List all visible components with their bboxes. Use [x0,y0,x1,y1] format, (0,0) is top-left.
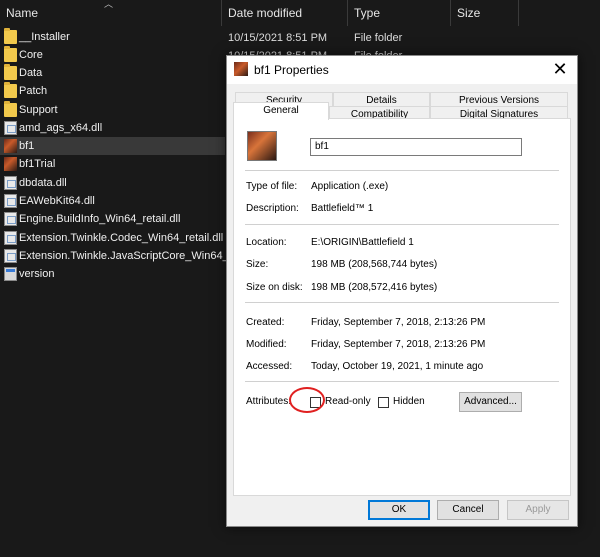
divider [245,170,559,171]
description-label: Description: [246,203,299,214]
file-row-dbdata[interactable]: dbdata.dll [0,174,225,192]
dll-file-icon [4,249,17,263]
file-row-amd-ags[interactable]: amd_ags_x64.dll [0,119,225,137]
size-value: 198 MB (208,568,744 bytes) [311,259,438,270]
file-row-installer[interactable]: __Installer [0,28,225,46]
file-row-support[interactable]: Support [0,101,225,119]
attributes-label: Attributes: [246,396,292,407]
dll-file-icon [4,212,17,226]
size-label: Size: [246,259,269,270]
folder-icon [4,28,17,44]
column-header-bar: ︿ Name Date modified Type Size [0,0,600,26]
dll-file-icon [4,231,17,245]
properties-dialog: bf1 Properties ✕ Security Details Previo… [226,55,578,527]
highlight-circle [289,387,325,413]
general-panel: bf1 Type of file: Application (.exe) Des… [233,118,571,496]
location-value: E:\ORIGIN\Battlefield 1 [311,237,414,248]
app-icon [4,139,17,153]
hidden-label[interactable]: Hidden [393,396,425,407]
file-icon [247,131,277,161]
file-row-eawebkit[interactable]: EAWebKit64.dll [0,192,225,210]
file-row-core[interactable]: Core [0,46,225,64]
dialog-title: bf1 Properties [254,63,329,77]
location-label: Location: [246,237,287,248]
folder-icon [4,82,17,98]
file-name-field[interactable]: bf1 [310,138,522,156]
text-file-icon [4,267,17,281]
folder-icon [4,46,17,62]
close-icon[interactable]: ✕ [543,56,577,84]
size-on-disk-label: Size on disk: [246,282,303,293]
cancel-button[interactable]: Cancel [437,500,499,520]
apply-button: Apply [507,500,569,520]
modified-value: Friday, September 7, 2018, 2:13:26 PM [311,339,486,350]
column-divider[interactable] [221,0,222,26]
dll-file-icon [4,121,17,135]
created-label: Created: [246,317,285,328]
description-value: Battlefield™ 1 [311,203,374,214]
modified-label: Modified: [246,339,287,350]
file-row-twinkle-jscore[interactable]: Extension.Twinkle.JavaScriptCore_Win64_.… [0,247,238,265]
file-row-data[interactable]: Data [0,64,225,82]
type-of-file-value: Application (.exe) [311,181,389,192]
column-divider[interactable] [347,0,348,26]
divider [245,224,559,225]
dll-file-icon [4,194,17,208]
column-divider[interactable] [518,0,519,26]
dll-file-icon [4,176,17,190]
column-date-modified[interactable]: Date modified [228,6,302,20]
divider [245,302,559,303]
file-row-bf1[interactable]: bf1 [0,137,225,155]
advanced-button[interactable]: Advanced... [459,392,522,412]
ok-button[interactable]: OK [368,500,430,520]
folder-icon [4,101,17,117]
column-divider[interactable] [450,0,451,26]
app-icon [234,62,248,76]
column-size[interactable]: Size [457,6,480,20]
size-on-disk-value: 198 MB (208,572,416 bytes) [311,282,438,293]
folder-icon [4,64,17,80]
accessed-value: Today, October 19, 2021, 1 minute ago [311,361,484,372]
file-row-bf1trial[interactable]: bf1Trial [0,155,225,173]
file-row-patch[interactable]: Patch [0,82,225,100]
file-row-engine-buildinfo[interactable]: Engine.BuildInfo_Win64_retail.dll [0,210,225,228]
divider [245,381,559,382]
accessed-label: Accessed: [246,361,293,372]
readonly-label[interactable]: Read-only [325,396,371,407]
column-name[interactable]: Name [6,6,38,20]
file-row-version[interactable]: version [0,265,225,283]
type-cell: File folder [354,32,403,44]
app-icon [4,157,17,171]
file-row-twinkle-codec[interactable]: Extension.Twinkle.Codec_Win64_retail.dll [0,229,225,247]
created-value: Friday, September 7, 2018, 2:13:26 PM [311,317,486,328]
tab-general[interactable]: General [233,102,329,120]
column-type[interactable]: Type [354,6,380,20]
dialog-titlebar[interactable]: bf1 Properties ✕ [227,56,577,84]
date-cell: 10/15/2021 8:51 PM [228,32,328,44]
hidden-checkbox[interactable] [378,397,389,408]
type-of-file-label: Type of file: [246,181,298,192]
sort-up-icon: ︿ [104,0,114,9]
